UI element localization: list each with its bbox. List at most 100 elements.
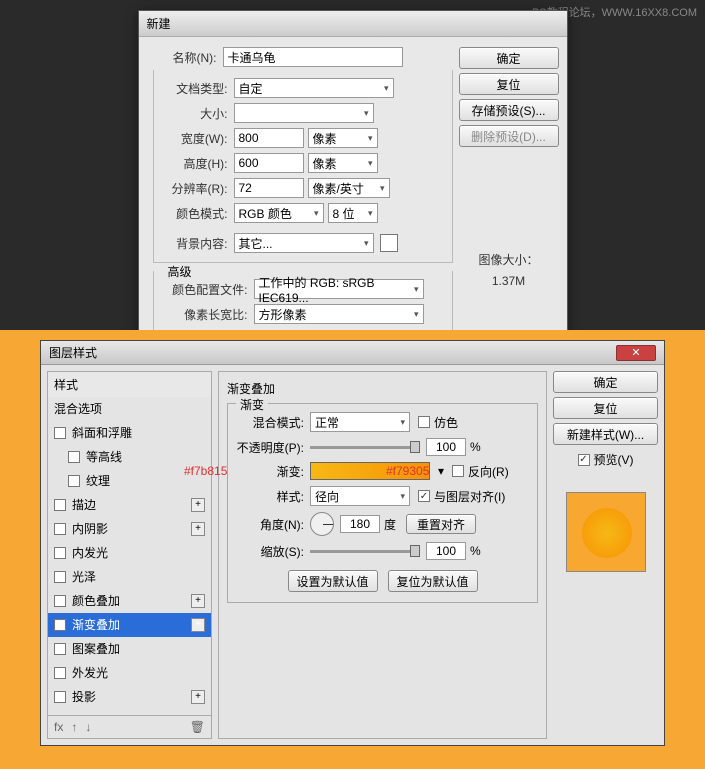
imagesize-label: 图像大小： [459, 251, 559, 268]
height-label: 高度(H): [158, 155, 228, 172]
blend-options-item[interactable]: 混合选项 [48, 397, 211, 421]
style-checkbox[interactable] [54, 619, 66, 631]
angle-label: 角度(N): [234, 516, 304, 533]
style-item[interactable]: 外发光 [48, 661, 211, 685]
scale-input[interactable] [426, 542, 466, 560]
reset-button[interactable]: 复位 [459, 73, 559, 95]
preview-checkbox[interactable] [578, 454, 590, 466]
ok-button[interactable]: 确定 [459, 47, 559, 69]
close-icon[interactable]: ✕ [616, 345, 656, 361]
style-label: 描边 [72, 496, 96, 513]
style-item[interactable]: 描边 + [48, 493, 211, 517]
percent-label: % [470, 440, 481, 454]
style-checkbox[interactable] [54, 571, 66, 583]
style-checkbox[interactable] [54, 691, 66, 703]
style-checkbox[interactable] [54, 547, 66, 559]
option-title: 渐变叠加 [227, 380, 538, 397]
plus-icon[interactable]: + [191, 522, 205, 536]
height-unit-select[interactable]: 像素▾ [308, 153, 378, 173]
style-checkbox[interactable] [54, 523, 66, 535]
align-checkbox[interactable] [418, 490, 430, 502]
style-item[interactable]: 图案叠加 [48, 637, 211, 661]
effect-preview [566, 492, 646, 572]
style-item[interactable]: 投影+ [48, 685, 211, 709]
styles-panel: 样式 混合选项斜面和浮雕等高线纹理描边 + 内阴影 + 内发光光泽颜色叠加 + 渐变叠加 + 图… [47, 371, 212, 739]
plus-icon[interactable]: + [191, 618, 205, 632]
reset-button-2[interactable]: 复位 [553, 397, 658, 419]
set-default-button[interactable]: 设置为默认值 [288, 570, 378, 592]
new-document-dialog: 新建 名称(N): 文档类型: 自定▾ 大小: ▾ [138, 10, 568, 355]
profile-select[interactable]: 工作中的 RGB: sRGB IEC619...▾ [254, 279, 424, 299]
style-checkbox[interactable] [54, 499, 66, 511]
trash-icon[interactable]: 🗑 [190, 720, 205, 734]
gradient-style-select[interactable]: 径向▾ [310, 486, 410, 506]
bgcontent-select[interactable]: 其它...▾ [234, 233, 374, 253]
opacity-input[interactable] [426, 438, 466, 456]
style-label: 光泽 [72, 568, 96, 585]
style-checkbox[interactable] [54, 667, 66, 679]
save-preset-button[interactable]: 存储预设(S)... [459, 99, 559, 121]
style-label: 图案叠加 [72, 640, 120, 657]
doctype-select[interactable]: 自定▾ [234, 78, 394, 98]
height-input[interactable] [234, 153, 304, 173]
opacity-slider[interactable] [310, 446, 420, 449]
delete-preset-button[interactable]: 删除预设(D)... [459, 125, 559, 147]
realign-button[interactable]: 重置对齐 [406, 514, 476, 534]
dither-label: 仿色 [434, 414, 458, 431]
bitdepth-select[interactable]: 8 位▾ [328, 203, 378, 223]
style-checkbox[interactable] [54, 427, 66, 439]
colormode-label: 颜色模式: [158, 205, 228, 222]
colormode-select[interactable]: RGB 颜色▾ [234, 203, 324, 223]
size-select[interactable]: ▾ [234, 103, 374, 123]
style-item[interactable]: 等高线 [48, 445, 211, 469]
aspect-select[interactable]: 方形像素▾ [254, 304, 424, 324]
width-unit-select[interactable]: 像素▾ [308, 128, 378, 148]
style-label: 内阴影 [72, 520, 108, 537]
style-checkbox[interactable] [54, 643, 66, 655]
scale-slider[interactable] [310, 550, 420, 553]
plus-icon[interactable]: + [191, 594, 205, 608]
gradient-preview[interactable] [310, 462, 430, 480]
style-label: 颜色叠加 [72, 592, 120, 609]
reverse-checkbox[interactable] [452, 465, 464, 477]
name-input[interactable] [223, 47, 403, 67]
dither-checkbox[interactable] [418, 416, 430, 428]
align-label: 与图层对齐(I) [434, 488, 505, 505]
bgcolor-swatch[interactable] [380, 234, 398, 252]
new-style-button[interactable]: 新建样式(W)... [553, 423, 658, 445]
style-item[interactable]: 颜色叠加 + [48, 589, 211, 613]
angle-dial[interactable] [310, 512, 334, 536]
arrow-down-icon[interactable]: ↓ [85, 720, 91, 734]
profile-label: 颜色配置文件: [158, 281, 248, 298]
width-label: 宽度(W): [158, 130, 228, 147]
resolution-unit-select[interactable]: 像素/英寸▾ [308, 178, 390, 198]
dialog2-title: 图层样式 [49, 344, 97, 361]
angle-input[interactable] [340, 515, 380, 533]
style-item[interactable]: 内发光 [48, 541, 211, 565]
blendmode-select[interactable]: 正常▾ [310, 412, 410, 432]
style-item[interactable]: 光泽 [48, 565, 211, 589]
gradient-overlay-options: 渐变叠加 渐变 混合模式: 正常▾ 仿色 不透明度(P): % [218, 371, 547, 739]
gradient-label: 渐变: [234, 463, 304, 480]
style-item[interactable]: 纹理 [48, 469, 211, 493]
plus-icon[interactable]: + [191, 498, 205, 512]
style-label: 渐变叠加 [72, 616, 120, 633]
arrow-up-icon[interactable]: ↑ [71, 720, 77, 734]
style-item[interactable]: 渐变叠加 + [48, 613, 211, 637]
width-input[interactable] [234, 128, 304, 148]
preview-label: 预览(V) [594, 451, 634, 468]
style-item[interactable]: 内阴影 + [48, 517, 211, 541]
style-label: 外发光 [72, 664, 108, 681]
style-checkbox[interactable] [68, 451, 80, 463]
style-item[interactable]: 斜面和浮雕 [48, 421, 211, 445]
style-checkbox[interactable] [68, 475, 80, 487]
aspect-label: 像素长宽比: [158, 306, 248, 323]
reset-default-button[interactable]: 复位为默认值 [388, 570, 478, 592]
style-checkbox[interactable] [54, 595, 66, 607]
fx-icon[interactable]: fx [54, 720, 63, 734]
ok-button-2[interactable]: 确定 [553, 371, 658, 393]
plus-icon[interactable]: + [191, 690, 205, 704]
resolution-input[interactable] [234, 178, 304, 198]
styles-header: 样式 [48, 372, 211, 397]
reverse-label: 反向(R) [468, 463, 509, 480]
